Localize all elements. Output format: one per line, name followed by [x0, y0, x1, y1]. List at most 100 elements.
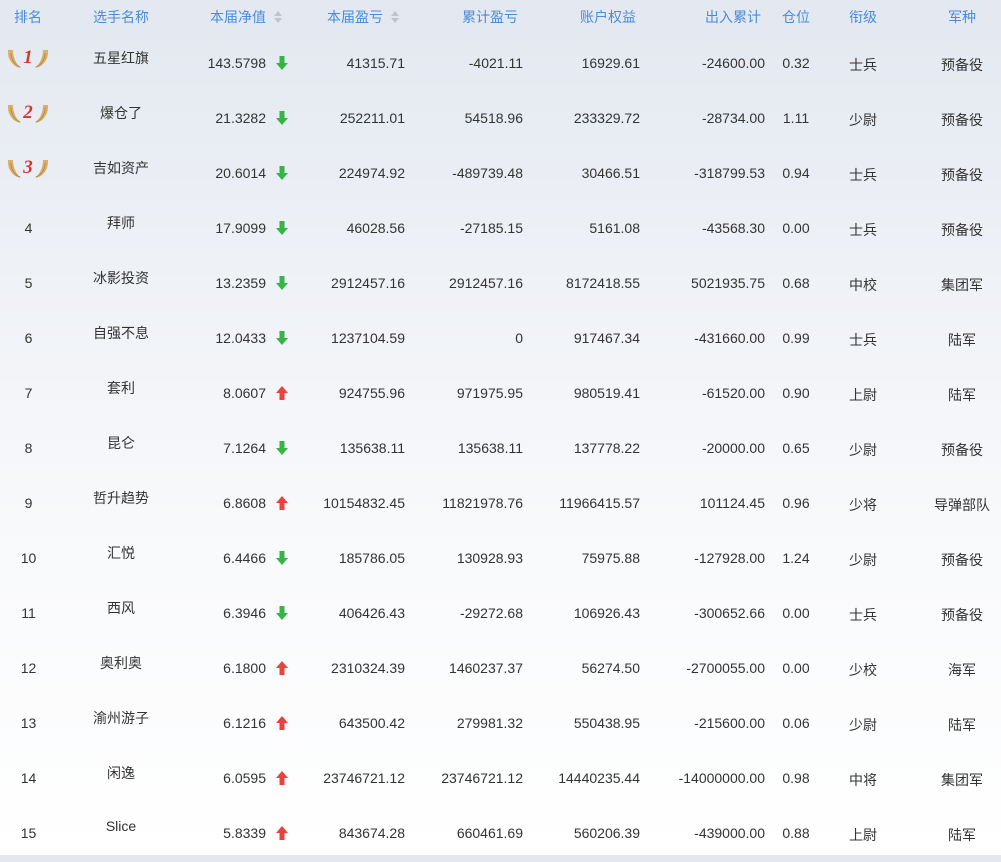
table-row[interactable]: 2 爆仓了 21.3282 252211.01 54518.96 233329.72 -28… — [0, 92, 1001, 147]
header-nav[interactable]: 本届净值 — [210, 0, 282, 34]
arm-cell: 陆军 — [948, 387, 976, 403]
profit-cell: 252211.01 — [339, 110, 405, 126]
arm-cell: 预备役 — [941, 112, 983, 128]
equity-cell: 560206.39 — [573, 825, 640, 841]
rank-cell: 14 — [20, 770, 37, 786]
table-row[interactable]: 13 渝州游子 6.1216 643500.42 279981.32 550438.95 -… — [0, 697, 1001, 752]
nav-cell: 6.3946 — [223, 605, 266, 621]
player-name[interactable]: 奥利奥 — [70, 653, 172, 673]
player-name[interactable]: 拜师 — [70, 213, 172, 233]
table-row[interactable]: 5 冰影投资 13.2359 2912457.16 2912457.16 8172418.… — [0, 257, 1001, 312]
profit-cell: 1237104.59 — [331, 330, 405, 346]
arrow-down-icon — [276, 56, 288, 70]
table-row[interactable]: 1 五星红旗 143.5798 41315.71 -4021.11 16929.61 -24… — [0, 37, 1001, 92]
arrow-down-icon — [276, 276, 288, 290]
player-name[interactable]: 汇悦 — [70, 543, 172, 563]
table-row[interactable]: 3 吉如资产 20.6014 224974.92 -489739.48 30466.51 -… — [0, 147, 1001, 202]
player-name[interactable]: 渝州游子 — [70, 708, 172, 728]
equity-cell: 11966415.57 — [559, 495, 640, 511]
flow-cell: -61520.00 — [701, 385, 765, 401]
rank-cell: 12 — [20, 660, 37, 676]
equity-cell: 980519.41 — [573, 385, 640, 401]
table-row[interactable]: 7 套利 8.0607 924755.96 971975.95 980519.41 -615… — [0, 367, 1001, 422]
header-rank[interactable]: 排名 — [14, 0, 42, 34]
sort-icon[interactable] — [391, 11, 399, 24]
arrow-up-icon — [276, 826, 288, 840]
profit-cell: 406426.43 — [338, 605, 405, 621]
header-position[interactable]: 仓位 — [782, 0, 810, 34]
player-name[interactable]: 五星红旗 — [70, 48, 172, 68]
table-row[interactable]: 12 奥利奥 6.1800 2310324.39 1460237.37 56274.50 -… — [0, 642, 1001, 697]
profit-cell: 924755.96 — [338, 385, 405, 401]
table-row[interactable]: 10 汇悦 6.4466 185786.05 130928.93 75975.88 -127… — [0, 532, 1001, 587]
flow-cell: -127928.00 — [694, 550, 765, 566]
cum-profit-cell: 135638.11 — [457, 440, 523, 456]
flow-cell: 101124.45 — [699, 495, 765, 511]
rank-cell: 15 — [20, 825, 37, 841]
header-equity[interactable]: 账户权益 — [580, 0, 636, 34]
profit-cell: 41315.71 — [346, 55, 405, 71]
military-rank-cell: 少尉 — [849, 442, 877, 458]
arrow-down-icon — [276, 331, 288, 345]
rank-cell: 13 — [20, 715, 37, 731]
position-cell: 0.90 — [782, 385, 810, 401]
player-name[interactable]: Slice — [70, 818, 172, 834]
table-row[interactable]: 14 闲逸 6.0595 23746721.12 23746721.12 14440235… — [0, 752, 1001, 807]
ranking-table: 排名 选手名称 本届净值 本届盈亏 累计盈亏 账户权益 出入累计 仓位 衔级 军… — [0, 0, 1001, 855]
military-rank-cell: 上尉 — [849, 827, 877, 843]
equity-cell: 550438.95 — [573, 715, 640, 731]
military-rank-cell: 中校 — [849, 277, 877, 293]
player-name[interactable]: 套利 — [70, 378, 172, 398]
flow-cell: -14000000.00 — [678, 770, 765, 786]
header-military-rank[interactable]: 衔级 — [849, 0, 877, 34]
player-name[interactable]: 西风 — [70, 598, 172, 618]
position-cell: 0.94 — [782, 165, 810, 181]
rank-medal-icon: 1 — [7, 47, 49, 68]
arrow-down-icon — [276, 111, 288, 125]
table-row[interactable]: 9 哲升趋势 6.8608 10154832.45 11821978.76 1196641… — [0, 477, 1001, 532]
cum-profit-cell: 971975.95 — [456, 385, 523, 401]
arrow-up-icon — [276, 496, 288, 510]
rank-cell: 10 — [20, 550, 37, 566]
player-name[interactable]: 闲逸 — [70, 763, 172, 783]
player-name[interactable]: 爆仓了 — [70, 103, 172, 123]
header-arm[interactable]: 军种 — [948, 0, 976, 34]
table-row[interactable]: 6 自强不息 12.0433 1237104.59 0 917467.34 -431660.… — [0, 312, 1001, 367]
header-name[interactable]: 选手名称 — [93, 0, 149, 34]
flow-cell: -439000.00 — [694, 825, 765, 841]
player-name[interactable]: 自强不息 — [70, 323, 172, 343]
player-name[interactable]: 昆仑 — [70, 433, 172, 453]
military-rank-cell: 士兵 — [849, 222, 877, 238]
header-nav-label: 本届净值 — [210, 9, 266, 25]
nav-cell: 5.8339 — [223, 825, 266, 841]
rank-cell: 8 — [24, 440, 33, 456]
table-row[interactable]: 8 昆仑 7.1264 135638.11 135638.11 137778.22 -200… — [0, 422, 1001, 477]
equity-cell: 5161.08 — [589, 220, 640, 236]
cum-profit-cell: -29272.68 — [459, 605, 523, 621]
profit-cell: 2912457.16 — [331, 275, 405, 291]
sort-icon[interactable] — [274, 11, 282, 24]
table-row[interactable]: 11 西风 6.3946 406426.43 -29272.68 106926.43 -30… — [0, 587, 1001, 642]
position-cell: 0.68 — [782, 275, 810, 291]
equity-cell: 75975.88 — [581, 550, 640, 566]
cum-profit-cell: 2912457.16 — [449, 275, 523, 291]
player-name[interactable]: 冰影投资 — [70, 268, 172, 288]
arm-cell: 预备役 — [941, 222, 983, 238]
nav-cell: 7.1264 — [223, 440, 266, 456]
arrow-down-icon — [276, 606, 288, 620]
player-name[interactable]: 吉如资产 — [70, 158, 172, 178]
arrow-down-icon — [276, 551, 288, 565]
table-row[interactable]: 4 拜师 17.9099 46028.56 -27185.15 5161.08 -43568… — [0, 202, 1001, 257]
header-cum-profit[interactable]: 累计盈亏 — [462, 0, 518, 34]
arrow-down-icon — [276, 441, 288, 455]
header-profit[interactable]: 本届盈亏 — [327, 0, 399, 34]
header-flow[interactable]: 出入累计 — [705, 0, 761, 34]
rank-medal-icon: 2 — [7, 102, 49, 123]
profit-cell: 10154832.45 — [323, 495, 405, 511]
arrow-up-icon — [276, 661, 288, 675]
position-cell: 0.00 — [782, 660, 810, 676]
table-row[interactable]: 15 Slice 5.8339 843674.28 660461.69 560206.39… — [0, 807, 1001, 862]
player-name[interactable]: 哲升趋势 — [70, 488, 172, 508]
military-rank-cell: 少尉 — [849, 552, 877, 568]
position-cell: 0.99 — [782, 330, 810, 346]
